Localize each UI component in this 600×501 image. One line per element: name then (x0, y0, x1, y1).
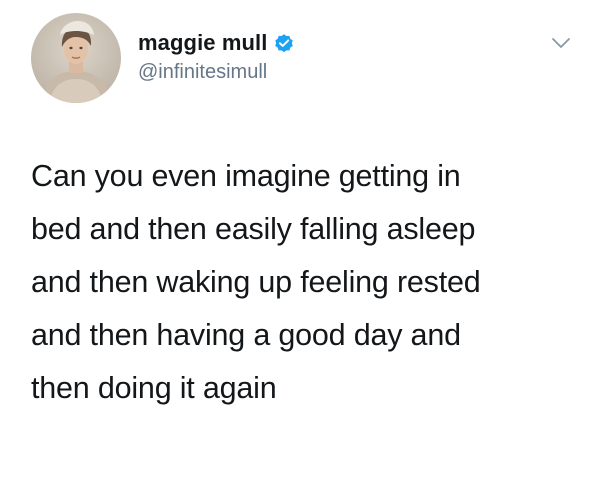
author-handle[interactable]: @infinitesimull (138, 61, 267, 84)
display-name[interactable]: maggie mull (138, 30, 267, 56)
chevron-down-icon[interactable] (551, 36, 571, 50)
tweet-text: Can you even imagine getting in bed and … (31, 159, 481, 405)
avatar-photo (31, 13, 121, 103)
author-name-row: maggie mull (138, 29, 295, 57)
tweet-card: maggie mull @infinitesimull Can you even… (0, 0, 600, 501)
avatar[interactable] (31, 13, 121, 103)
verified-badge-icon (273, 32, 295, 54)
